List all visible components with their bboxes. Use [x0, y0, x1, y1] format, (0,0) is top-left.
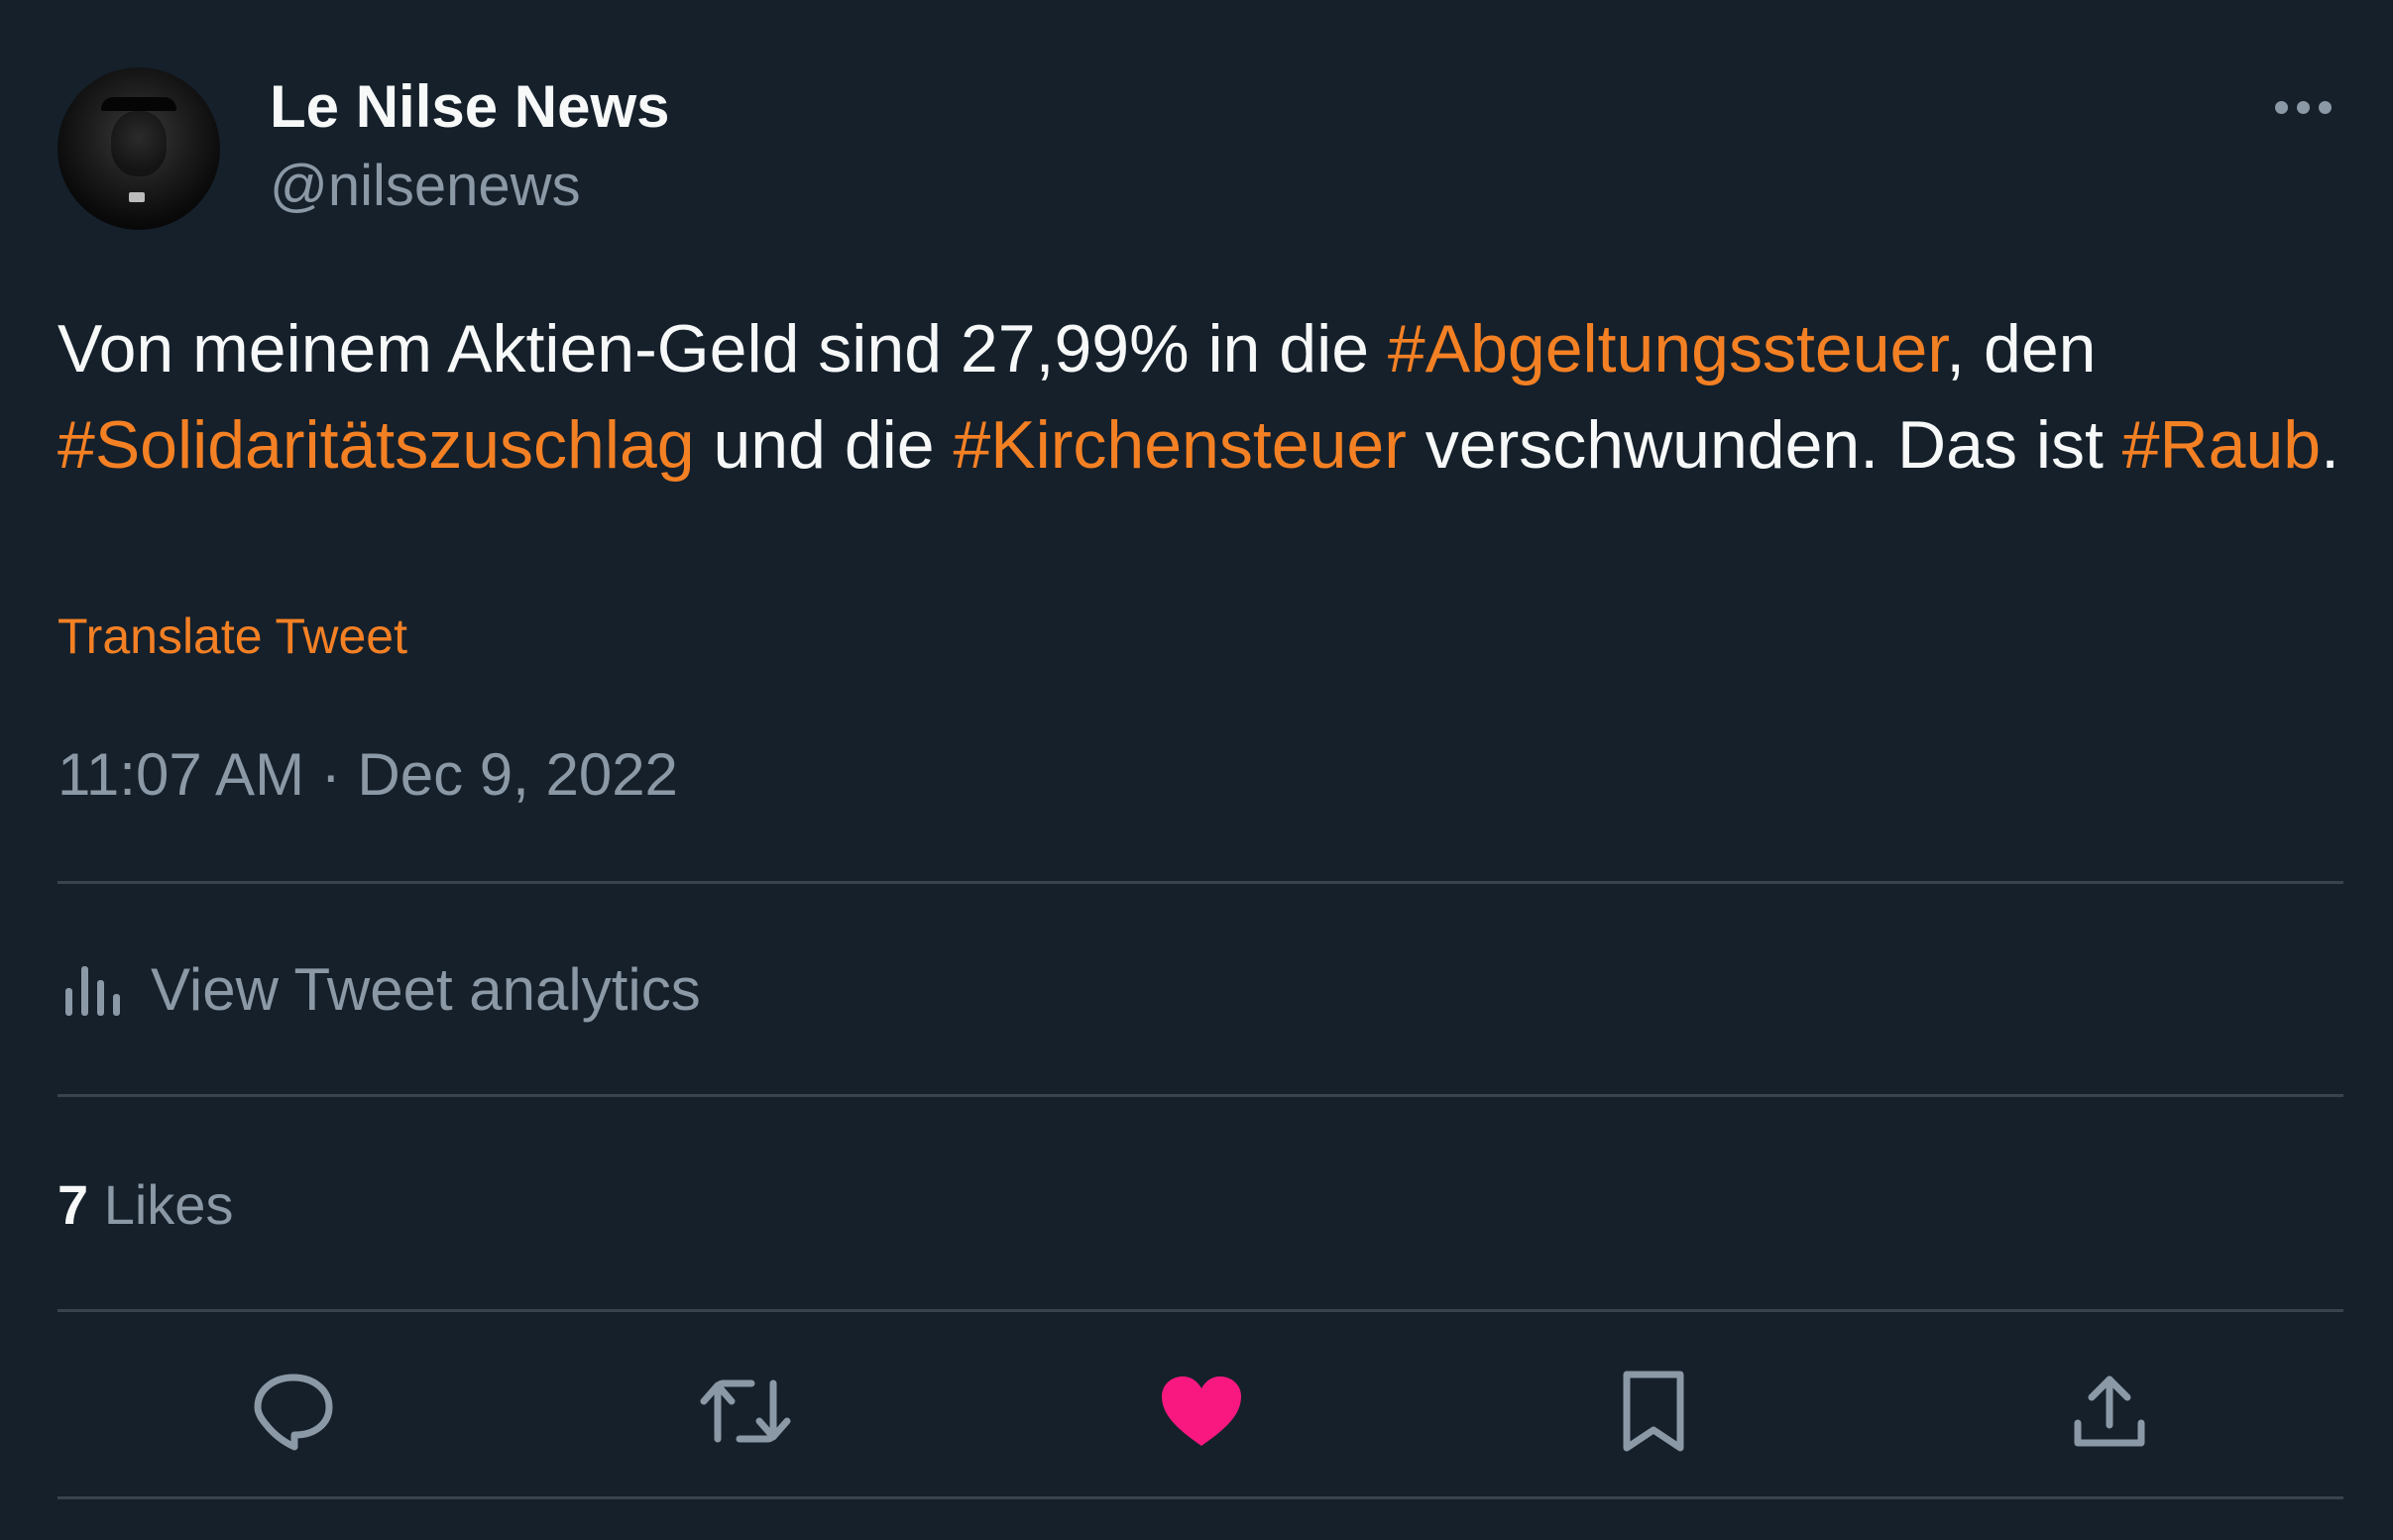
avatar[interactable] — [57, 67, 220, 230]
display-name[interactable]: Le Nilse News — [270, 67, 670, 147]
divider — [57, 881, 2343, 884]
tweet-text: Von meinem Aktien-Geld sind 27,99% in di… — [57, 301, 2357, 494]
heart-icon — [1162, 1376, 1241, 1446]
tweet-text-segment: . — [2321, 407, 2340, 483]
like-button[interactable] — [1152, 1362, 1251, 1461]
reply-button[interactable] — [244, 1362, 343, 1461]
tweet-text-segment: und die — [694, 407, 954, 483]
avatar-hat — [101, 97, 176, 111]
likes-stat[interactable]: 7 Likes — [57, 1165, 233, 1245]
tweet-detail: Le Nilse News @nilsenews Von meinem Akti… — [0, 0, 2393, 1540]
hashtag-link[interactable]: #Solidaritätszuschlag — [57, 407, 695, 483]
tweet-text-segment: verschwunden. Das ist — [1406, 407, 2122, 483]
more-dots-icon — [2274, 100, 2288, 114]
divider — [57, 1309, 2343, 1312]
hashtag-link[interactable]: #Abgeltungssteuer — [1388, 311, 1946, 386]
user-handle[interactable]: @nilsenews — [270, 147, 581, 226]
likes-label: Likes — [103, 1173, 234, 1236]
share-button[interactable] — [2060, 1362, 2159, 1461]
tweet-text-segment: , den — [1946, 311, 2097, 386]
bookmark-icon — [1623, 1371, 1684, 1452]
bar-chart-icon — [65, 966, 120, 1016]
retweet-button[interactable] — [696, 1362, 795, 1461]
retweet-arrows-icon — [700, 1379, 791, 1443]
translate-tweet-link[interactable]: Translate Tweet — [57, 601, 407, 672]
divider — [57, 1496, 2343, 1499]
more-options-button[interactable] — [2266, 87, 2339, 127]
tweet-text-segment: Von meinem Aktien-Geld sind 27,99% in di… — [57, 311, 1388, 386]
hashtag-link[interactable]: #Raub — [2122, 407, 2321, 483]
divider — [57, 1094, 2343, 1097]
more-dot — [2296, 100, 2310, 114]
more-dot — [2318, 100, 2332, 114]
avatar-collar — [129, 192, 145, 202]
tweet-timestamp[interactable]: 11:07 AM · Dec 9, 2022 — [57, 735, 678, 815]
hashtag-link[interactable]: #Kirchensteuer — [953, 407, 1406, 483]
speech-bubble-icon — [254, 1374, 333, 1451]
likes-count: 7 — [57, 1173, 89, 1236]
view-analytics-label: View Tweet analytics — [151, 955, 701, 1023]
view-analytics-button[interactable]: View Tweet analytics — [57, 949, 701, 1029]
avatar-face — [111, 111, 167, 176]
bookmark-button[interactable] — [1604, 1362, 1703, 1461]
share-upload-icon — [2074, 1375, 2145, 1447]
